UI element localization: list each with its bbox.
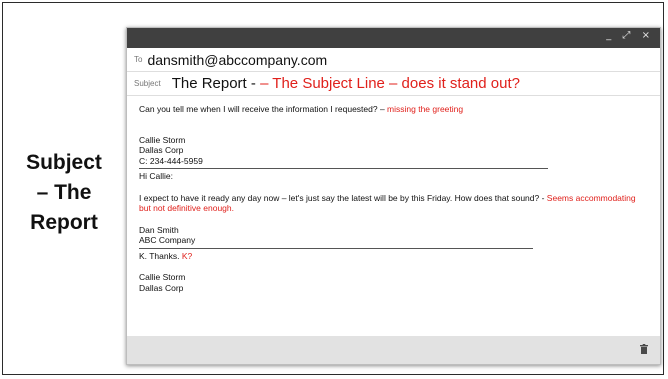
email-compose-window: _ ⤢ × To dansmith@abccompany.com Subject… <box>126 27 661 365</box>
divider <box>139 168 548 169</box>
message-text: Can you tell me when I will receive the … <box>139 104 388 114</box>
slide-title-line-2: – The <box>36 181 92 204</box>
signature-line: Callie Storm <box>139 272 186 282</box>
to-label: To <box>134 55 143 64</box>
signature-line: Dan Smith <box>139 224 179 235</box>
subject-annotation: – The Subject Line – does it stand out? <box>260 75 520 92</box>
final-reply: K. Thanks. K? <box>139 251 660 262</box>
slide-title: Subject – The Report <box>14 148 114 238</box>
signature-line: C: 234-444-5959 <box>139 155 203 166</box>
signature-line: Callie Storm <box>139 134 186 145</box>
divider <box>139 247 533 249</box>
slide-title-line-3: Report <box>30 211 98 234</box>
reply-greeting: Hi Callie: <box>139 171 174 181</box>
subject-label: Subject <box>134 79 161 88</box>
signature-line: Dallas Corp <box>139 282 184 293</box>
reply-body: I expect to have it ready any day now – … <box>139 192 547 203</box>
window-titlebar: _ ⤢ × <box>127 28 660 48</box>
window-controls: _ ⤢ × <box>606 30 654 41</box>
signature-line: ABC Company <box>139 235 196 245</box>
expand-icon[interactable]: ⤢ <box>622 30 634 41</box>
to-value[interactable]: dansmith@abccompany.com <box>147 52 327 68</box>
signature-line: Dallas Corp <box>139 145 184 155</box>
reply-text: I expect to have it ready any day now – … <box>139 193 639 214</box>
trash-icon[interactable] <box>640 344 648 354</box>
message-annotation: missing the greeting <box>387 104 464 114</box>
subject-field[interactable]: Subject The Report - – The Subject Line … <box>127 72 660 96</box>
subject-value[interactable]: The Report - – The Subject Line – does i… <box>172 75 520 92</box>
final-annotation: K? <box>181 250 193 261</box>
message-body[interactable]: Can you tell me when I will receive the … <box>127 96 660 293</box>
slide-title-line-1: Subject <box>26 151 102 174</box>
close-icon[interactable]: × <box>642 30 654 41</box>
message-line-1: Can you tell me when I will receive the … <box>139 104 660 115</box>
to-field[interactable]: To dansmith@abccompany.com <box>127 48 660 72</box>
minimize-icon[interactable]: _ <box>606 30 615 41</box>
final-text: K. Thanks. <box>139 250 182 261</box>
compose-footer <box>127 336 660 364</box>
subject-text: The Report - <box>171 75 261 92</box>
